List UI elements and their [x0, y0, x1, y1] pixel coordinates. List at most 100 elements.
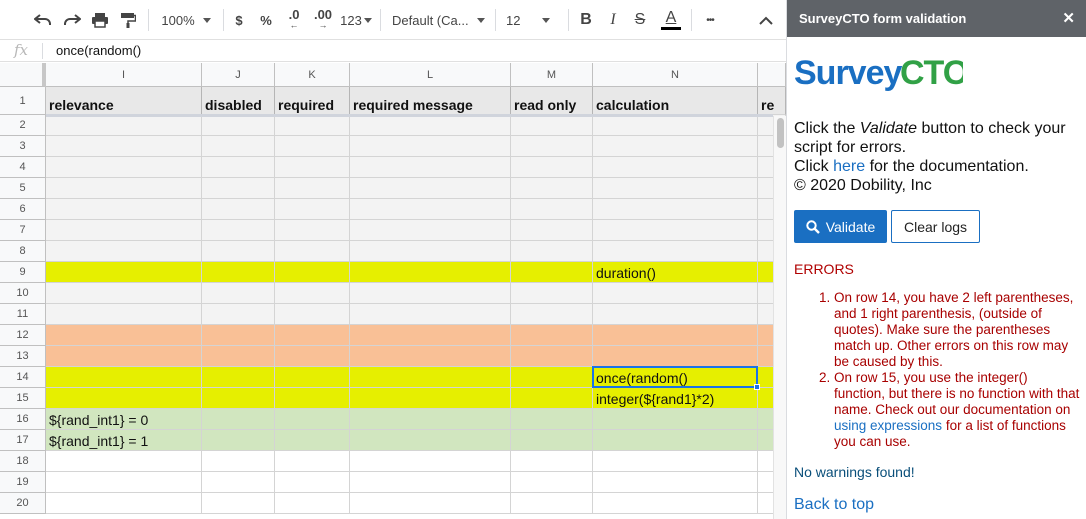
grid-cell[interactable] [350, 220, 511, 241]
zoom-select[interactable]: 100% [156, 0, 216, 40]
grid-cell[interactable] [511, 409, 593, 430]
grid-cell[interactable]: ${rand_int1} = 0 [46, 409, 202, 430]
grid-cell[interactable] [593, 283, 758, 304]
grid-cell[interactable] [46, 199, 202, 220]
grid-cell[interactable] [202, 472, 275, 493]
row-header[interactable]: 14 [0, 367, 46, 388]
number-format-select[interactable]: 123 [339, 0, 373, 40]
grid-cell[interactable] [593, 157, 758, 178]
column-header[interactable]: J [202, 63, 275, 87]
grid-cell[interactable] [46, 178, 202, 199]
grid-cell[interactable] [202, 430, 275, 451]
grid-cell[interactable] [46, 115, 202, 136]
documentation-link[interactable]: here [833, 158, 865, 175]
grid-cell[interactable] [350, 367, 511, 388]
grid-cell[interactable] [350, 346, 511, 367]
grid-cell[interactable]: integer(${rand1}*2) [593, 388, 758, 409]
grid-cell[interactable] [511, 367, 593, 388]
row-header[interactable]: 20 [0, 493, 46, 514]
frozen-row-divider[interactable] [46, 114, 773, 117]
grid-cell[interactable] [593, 325, 758, 346]
grid-cell[interactable] [46, 472, 202, 493]
grid-cell[interactable] [511, 493, 593, 514]
column-header[interactable] [758, 63, 786, 87]
redo-icon[interactable] [61, 0, 83, 40]
grid-cell[interactable] [275, 199, 350, 220]
grid-cell[interactable]: ${rand_int1} = 1 [46, 430, 202, 451]
grid-cell[interactable] [511, 136, 593, 157]
grid-cell[interactable]: duration() [593, 262, 758, 283]
more-options-button[interactable]: ••• [699, 0, 721, 40]
header-cell[interactable]: read only [511, 87, 593, 115]
grid-cell[interactable] [275, 283, 350, 304]
currency-format-button[interactable]: $ [230, 0, 248, 40]
scrollbar-thumb[interactable] [777, 118, 784, 148]
row-header[interactable]: 8 [0, 241, 46, 262]
grid-cell[interactable] [511, 304, 593, 325]
row-header[interactable]: 13 [0, 346, 46, 367]
grid-cell[interactable] [46, 451, 202, 472]
grid-cell[interactable] [275, 178, 350, 199]
row-header[interactable]: 18 [0, 451, 46, 472]
grid-cell[interactable] [350, 241, 511, 262]
back-to-top-link[interactable]: Back to top [794, 496, 874, 514]
grid-cell[interactable] [275, 367, 350, 388]
grid-cell[interactable] [593, 430, 758, 451]
row-header[interactable]: 2 [0, 115, 46, 136]
grid-cell[interactable] [202, 409, 275, 430]
grid-cell[interactable] [593, 304, 758, 325]
font-size-select[interactable]: 12 [506, 0, 562, 40]
grid-cell[interactable]: once(random() [593, 367, 758, 388]
increase-decimal-button[interactable]: .00 → [310, 0, 336, 40]
text-color-button[interactable]: A [659, 0, 683, 40]
grid-cell[interactable] [202, 157, 275, 178]
column-header[interactable]: N [593, 63, 758, 87]
grid-cell[interactable] [511, 430, 593, 451]
row-header[interactable]: 16 [0, 409, 46, 430]
grid-cell[interactable] [275, 409, 350, 430]
grid-cell[interactable] [46, 304, 202, 325]
using-expressions-link[interactable]: using expressions [834, 418, 942, 433]
grid-cell[interactable] [511, 157, 593, 178]
grid-cell[interactable] [202, 136, 275, 157]
bold-button[interactable]: B [577, 0, 595, 40]
grid-cell[interactable] [46, 262, 202, 283]
clear-logs-button[interactable]: Clear logs [891, 210, 980, 243]
grid-cell[interactable] [350, 178, 511, 199]
grid-cell[interactable] [202, 241, 275, 262]
grid-cell[interactable] [275, 472, 350, 493]
grid-cell[interactable] [511, 178, 593, 199]
row-header[interactable]: 4 [0, 157, 46, 178]
row-header[interactable]: 10 [0, 283, 46, 304]
grid-cell[interactable] [593, 472, 758, 493]
grid-cell[interactable] [593, 241, 758, 262]
grid-cell[interactable] [202, 451, 275, 472]
formula-input[interactable]: once(random() [56, 43, 141, 58]
percent-format-button[interactable]: % [257, 0, 275, 40]
row-header[interactable]: 3 [0, 136, 46, 157]
grid-cell[interactable] [202, 346, 275, 367]
row-header[interactable]: 9 [0, 262, 46, 283]
strikethrough-button[interactable]: S [631, 0, 649, 40]
grid-cell[interactable] [275, 451, 350, 472]
grid-cell[interactable] [202, 388, 275, 409]
grid-cell[interactable] [350, 199, 511, 220]
grid-cell[interactable] [46, 493, 202, 514]
grid-cell[interactable] [202, 220, 275, 241]
column-header[interactable]: L [350, 63, 511, 87]
row-header[interactable]: 7 [0, 220, 46, 241]
grid-cell[interactable] [275, 241, 350, 262]
row-header[interactable]: 1 [0, 87, 46, 115]
row-header[interactable]: 12 [0, 325, 46, 346]
grid-cell[interactable] [350, 493, 511, 514]
grid-cell[interactable] [275, 157, 350, 178]
header-cell[interactable]: disabled [202, 87, 275, 115]
grid-cell[interactable] [511, 451, 593, 472]
select-all-corner[interactable] [0, 63, 46, 87]
grid-cell[interactable] [202, 325, 275, 346]
grid-cell[interactable] [275, 325, 350, 346]
grid-cell[interactable] [275, 262, 350, 283]
column-header[interactable]: K [275, 63, 350, 87]
grid-cell[interactable] [202, 178, 275, 199]
grid-cell[interactable] [275, 115, 350, 136]
